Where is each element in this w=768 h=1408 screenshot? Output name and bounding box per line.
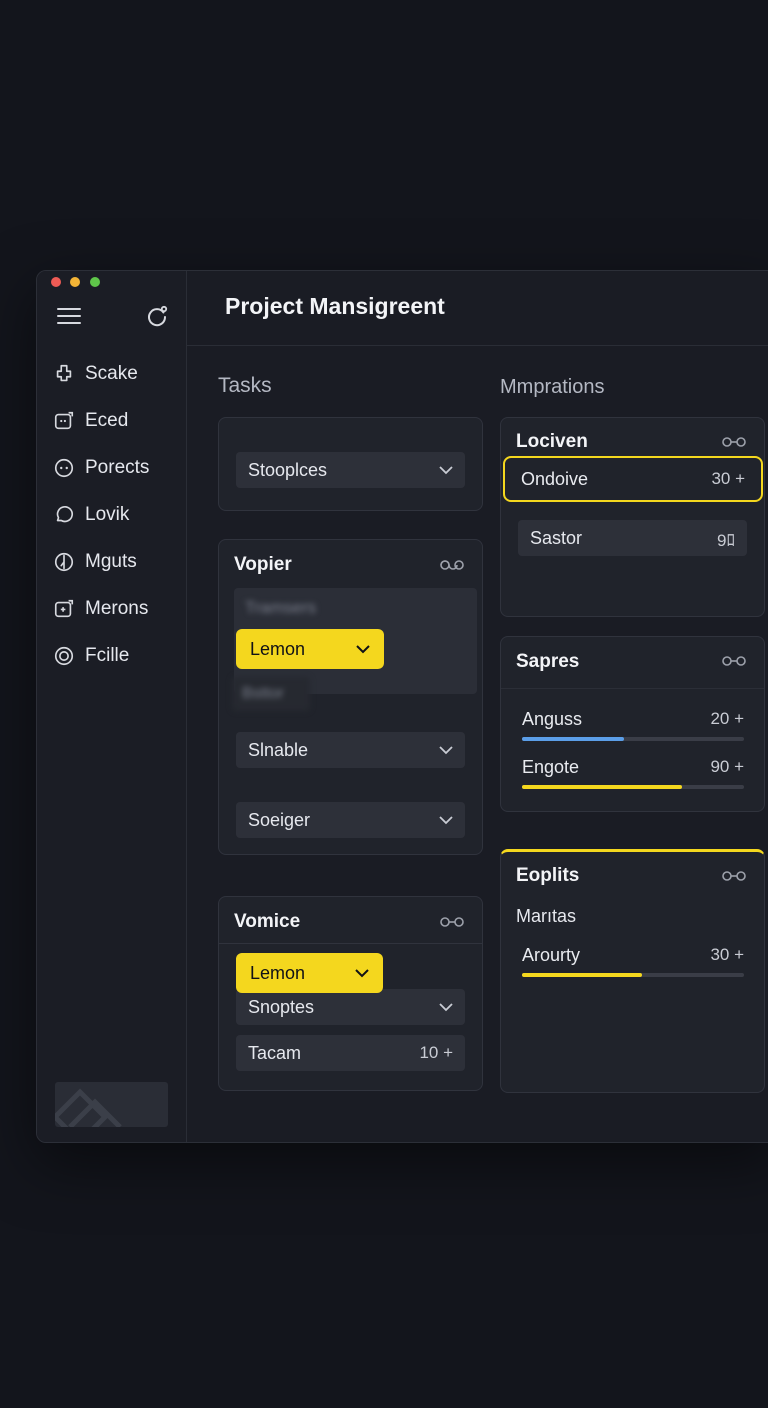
target-icon <box>54 646 74 666</box>
tacam-row[interactable]: Tacam 10 + <box>236 1035 465 1071</box>
row-label: Ondoive <box>521 468 589 489</box>
card-subtitle: Marıtas <box>516 906 577 926</box>
soeiger-select[interactable]: Soeiger <box>236 802 465 838</box>
progress-track <box>522 737 744 741</box>
maximize-window-dot[interactable] <box>90 277 100 287</box>
row-label: Arourty <box>522 945 581 965</box>
slnable-select[interactable]: Slnable <box>236 732 465 768</box>
close-window-dot[interactable] <box>51 277 61 287</box>
link-icon[interactable] <box>439 559 465 571</box>
card-title: Lociven <box>516 431 588 452</box>
row-value: 90 + <box>710 757 744 776</box>
card-title: Sapres <box>516 651 580 672</box>
progress-track <box>522 973 744 977</box>
sidebar-item-merons[interactable]: Merons <box>53 594 173 624</box>
chevron-down-icon <box>439 745 453 754</box>
sidebar-item-lovik[interactable]: Lovik <box>53 500 173 530</box>
mmprations-card-lociven: Lociven Ondoive 30 + Sastor 9ﾛ <box>500 417 765 617</box>
minimize-window-dot[interactable] <box>70 277 80 287</box>
blurred-option-top: Tramsers <box>245 598 317 617</box>
chevron-down-icon <box>439 465 453 474</box>
mmprations-heading: Mmprations <box>500 376 605 398</box>
sastor-row[interactable]: Sastor 9ﾛ <box>518 520 747 556</box>
chevron-down-icon <box>356 644 370 653</box>
progress-row-anguss: Anguss 20 + <box>522 709 744 741</box>
divider <box>501 688 764 689</box>
row-value: 20 + <box>710 709 744 728</box>
sidebar-item-label: Fcille <box>85 645 130 666</box>
app-window: Scake Eced Porects Lovik Mguts Merons Fc… <box>36 270 768 1143</box>
row-value: 30 + <box>710 945 744 964</box>
row-label: Engote <box>522 757 580 777</box>
select-value: Stooplces <box>248 459 328 480</box>
sidebar-item-label: Merons <box>85 598 149 619</box>
sidebar-item-mguts[interactable]: Mguts <box>53 547 173 577</box>
tasks-heading: Tasks <box>218 374 272 397</box>
chevron-down-icon <box>439 815 453 824</box>
pattern-icon <box>55 1088 122 1127</box>
link-icon[interactable] <box>439 916 465 928</box>
snoptes-select[interactable]: Snoptes <box>236 989 465 1025</box>
progress-row-arourty: Arourty 30 + <box>522 945 744 977</box>
sidebar-item-eced[interactable]: Eced <box>53 406 173 436</box>
chat-square-icon <box>54 411 74 430</box>
page-title: Project Mansigreent <box>225 293 445 319</box>
select-value: Lemon <box>250 962 306 983</box>
progress-row-engote: Engote 90 + <box>522 757 744 789</box>
row-value: 9ﾛ <box>717 530 735 550</box>
row-label: Sastor <box>530 527 583 548</box>
sidebar-item-scake[interactable]: Scake <box>53 359 173 389</box>
lemon-select[interactable]: Lemon <box>236 953 383 993</box>
row-value: 10 + <box>419 1043 453 1062</box>
blurred-option-bottom: Bsttor <box>232 677 310 711</box>
mmprations-card-eoplits: Eoplits Marıtas Arourty 30 + <box>500 849 765 1093</box>
sidebar-item-label: Scake <box>85 363 138 384</box>
link-icon[interactable] <box>721 870 747 882</box>
card-title: Vopier <box>234 554 292 575</box>
hamburger-menu-icon[interactable] <box>57 307 81 325</box>
stooplces-select[interactable]: Stooplces <box>236 452 465 488</box>
ondoive-row-selected[interactable]: Ondoive 30 + <box>503 456 763 502</box>
select-value: Snoptes <box>248 996 315 1017</box>
lemon-select[interactable]: Lemon <box>236 629 384 669</box>
chevron-down-icon <box>439 1002 453 1011</box>
progress-fill <box>522 973 642 977</box>
progress-fill <box>522 737 625 741</box>
select-value: Lemon <box>250 638 306 659</box>
sidebar-item-label: Lovik <box>85 504 130 525</box>
progress-fill <box>522 785 682 789</box>
topbar: Project Mansigreent <box>187 271 768 346</box>
refresh-icon[interactable] <box>145 304 169 328</box>
select-value: Slnable <box>248 739 309 760</box>
chevron-down-icon <box>355 968 369 977</box>
sidebar-item-porects[interactable]: Porects <box>53 453 173 483</box>
row-label: Anguss <box>522 709 583 729</box>
sidebar-thumbnail[interactable] <box>55 1082 168 1127</box>
select-value: Soeiger <box>248 809 311 830</box>
progress-track <box>522 785 744 789</box>
face-circle-icon <box>54 458 74 478</box>
compass-icon <box>54 552 74 572</box>
row-label: Tacam <box>248 1042 302 1063</box>
link-icon[interactable] <box>721 436 747 448</box>
tasks-card-vomice: Vomice Snoptes Lemon Tacam 10 + <box>218 896 483 1091</box>
mmprations-card-sapres: Sapres Anguss 20 + Engote 90 + <box>500 636 765 812</box>
tasks-card-stooplces: Stooplces <box>218 417 483 511</box>
sidebar-item-fcille[interactable]: Fcille <box>53 641 173 671</box>
sidebar-item-label: Eced <box>85 410 129 431</box>
tasks-card-vopier: Vopier Tramsers Lemon Bsttor Slnable Soe… <box>218 539 483 855</box>
sidebar: Scake Eced Porects Lovik Mguts Merons Fc… <box>37 271 187 1142</box>
card-title: Eoplits <box>516 865 580 886</box>
divider <box>219 943 482 944</box>
speech-bubble-icon <box>56 505 74 523</box>
row-value: 30 + <box>711 469 745 488</box>
square-plus-icon <box>54 599 74 618</box>
card-title: Vomice <box>234 911 301 932</box>
sidebar-item-label: Porects <box>85 457 150 478</box>
puzzle-icon <box>56 364 72 382</box>
link-icon[interactable] <box>721 655 747 667</box>
sidebar-item-label: Mguts <box>85 551 137 572</box>
